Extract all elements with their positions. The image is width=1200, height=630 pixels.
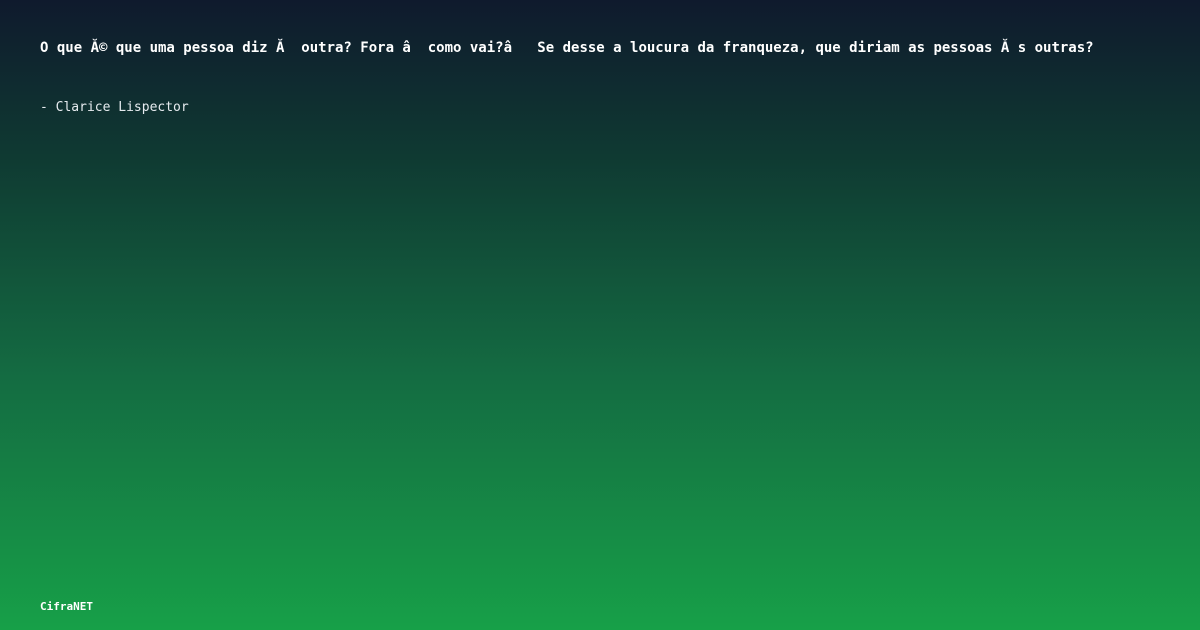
brand-name: CifraNET xyxy=(40,600,93,613)
quote-author: - Clarice Lispector xyxy=(40,100,189,115)
quote-text: O que Ă© que uma pessoa diz Ă outra? For… xyxy=(40,40,1094,56)
